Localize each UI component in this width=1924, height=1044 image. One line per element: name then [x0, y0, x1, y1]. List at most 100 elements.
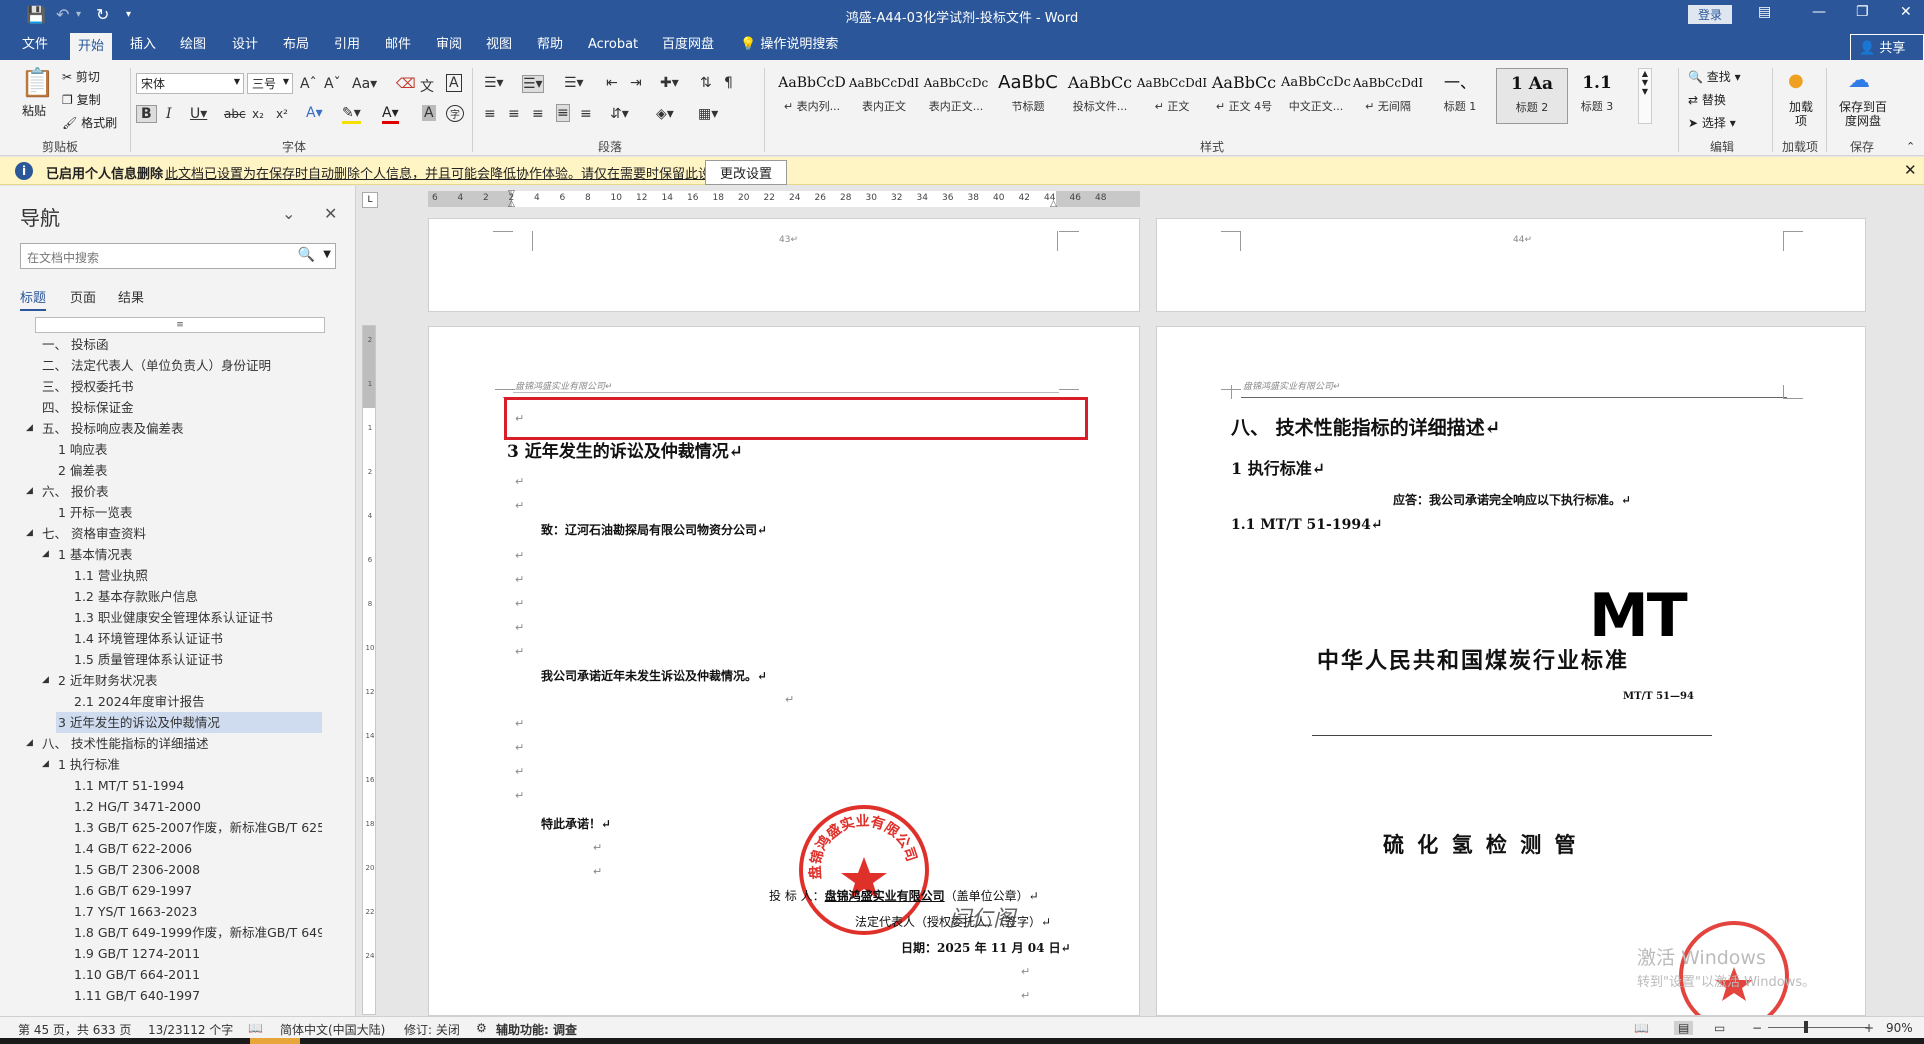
tab-selector[interactable]: L	[362, 192, 378, 208]
select-button[interactable]: ➤ 选择 ▾	[1688, 114, 1736, 131]
nav-heading-item[interactable]: 1.7 YS/T 1663-2023	[72, 901, 322, 922]
horizontal-ruler[interactable]: 6 4 2 2 4 6 8 10 12 14 16 18 20 22 24 26 28 30 32 34 36 38 40 4…	[428, 189, 1140, 209]
expand-triangle-icon[interactable]: ◢	[26, 523, 33, 544]
standard-heading[interactable]: 1.1 MT/T 51-1994↵	[1231, 517, 1383, 533]
style-item[interactable]: 1.1 标题 3	[1568, 68, 1626, 124]
web-layout-icon[interactable]: ▭	[1714, 1021, 1725, 1035]
chevron-down-icon[interactable]: ⌄	[282, 204, 295, 223]
page-45[interactable]: 盘锦鸿盛实业有限公司↵ ↵ 3 近年发生的诉讼及仲裁情况↵ ↵ ↵ 致：辽河石油…	[428, 326, 1140, 1016]
addins-button[interactable]: 加载项	[1786, 100, 1816, 128]
styles-scroll[interactable]: ▲ ▼ ▼	[1638, 68, 1652, 124]
nav-heading-item[interactable]: 二、 法定代表人（单位负责人）身份证明	[40, 355, 322, 376]
superscript-icon[interactable]: x²	[276, 107, 288, 121]
align-right-icon[interactable]: ≡	[532, 106, 544, 122]
bullets-icon[interactable]: ☰▾	[484, 75, 504, 91]
hereby-text[interactable]: 特此承诺！↵	[541, 815, 611, 832]
paste-icon[interactable]: 📋	[20, 66, 55, 99]
nav-heading-item[interactable]: ◢ 五、 投标响应表及偏差表	[26, 418, 322, 439]
login-button[interactable]: 登录	[1688, 5, 1733, 24]
font-size-select[interactable]: 三号 ▼	[247, 73, 293, 94]
increase-indent-icon[interactable]: ⇥	[630, 75, 642, 91]
tab-review[interactable]: 审阅	[428, 30, 470, 60]
page-44-bottom[interactable]: 44↵	[1156, 218, 1866, 312]
cloud-icon[interactable]: ☁	[1848, 68, 1870, 93]
info-message[interactable]: 此文档已设置为在保存时自动删除个人信息，并且可能会降低协作体验。请仅在需要时保留…	[165, 163, 737, 182]
decrease-indent-icon[interactable]: ⇤	[606, 75, 618, 91]
nav-heading-item[interactable]: ◢ 2 近年财务状况表	[42, 670, 322, 691]
nav-heading-item[interactable]: 1.10 GB/T 664-2011	[72, 964, 322, 985]
page-count[interactable]: 第 45 页，共 633 页	[18, 1021, 131, 1038]
close-icon[interactable]: ✕	[324, 204, 337, 223]
zoom-out-icon[interactable]: −	[1752, 1021, 1762, 1035]
expand-triangle-icon[interactable]: ◢	[42, 670, 49, 691]
zoom-slider[interactable]	[1768, 1027, 1868, 1028]
replace-button[interactable]: ⇄ 替换	[1688, 91, 1726, 108]
italic-icon[interactable]: I	[166, 106, 172, 122]
nav-heading-item[interactable]: 1.8 GB/T 649-1999作废，新标准GB/T 649-...	[72, 922, 322, 943]
nav-heading-item[interactable]: 1.5 质量管理体系认证证书	[72, 649, 322, 670]
zoom-in-icon[interactable]: +	[1864, 1021, 1874, 1035]
style-item[interactable]: AaBbCcDdI ↵ 正文	[1136, 68, 1208, 124]
nav-heading-item[interactable]: 1.11 GB/T 640-1997	[72, 985, 322, 1006]
paste-button[interactable]: 粘贴	[22, 102, 46, 119]
nav-heading-item[interactable]: 三、 授权委托书	[40, 376, 322, 397]
collapse-all-button[interactable]: ≡	[35, 317, 325, 333]
style-item[interactable]: AaBbCcDdI 表内正文	[848, 68, 920, 124]
language[interactable]: 简体中文(中国大陆)	[280, 1021, 385, 1038]
nav-heading-item[interactable]: 四、 投标保证金	[40, 397, 322, 418]
underline-icon[interactable]: U▾	[190, 106, 207, 122]
word-count[interactable]: 13/23112 个字	[148, 1021, 233, 1038]
style-item[interactable]: AaBbCc 投标文件...	[1064, 68, 1136, 124]
nav-heading-item[interactable]: 1.6 GB/T 629-1997	[72, 880, 322, 901]
nav-heading-item[interactable]: 1.5 GB/T 2306-2008	[72, 859, 322, 880]
section-heading[interactable]: 八、 技术性能指标的详细描述↵	[1231, 413, 1501, 440]
style-item[interactable]: AaBbCc ↵ 正文 4号	[1208, 68, 1280, 124]
print-layout-icon[interactable]: ▤	[1674, 1021, 1694, 1035]
accessibility-status[interactable]: 辅助功能: 调查	[496, 1021, 577, 1038]
scroll-down-icon[interactable]: ▼	[1639, 78, 1651, 87]
tab-mailings[interactable]: 邮件	[377, 30, 419, 60]
tab-baidu-netdisk[interactable]: 百度网盘	[654, 30, 722, 60]
nav-heading-item[interactable]: 1.4 环境管理体系认证证书	[72, 628, 322, 649]
style-item[interactable]: AaBbC 节标题	[992, 68, 1064, 124]
grow-font-icon[interactable]: Aˆ	[300, 76, 317, 92]
tab-layout[interactable]: 布局	[275, 30, 317, 60]
show-marks-icon[interactable]: ¶	[724, 75, 733, 91]
enclose-characters-icon[interactable]: 字	[446, 105, 464, 122]
tab-home[interactable]: 开始	[70, 33, 113, 60]
chinese-layout-icon[interactable]: ✚▾	[660, 75, 679, 91]
change-case-icon[interactable]: Aa▾	[352, 76, 377, 92]
nav-heading-item[interactable]: 1 响应表	[56, 439, 322, 460]
tab-acrobat[interactable]: Acrobat	[580, 30, 646, 60]
nav-heading-item[interactable]: 2.1 2024年度审计报告	[72, 691, 322, 712]
tab-references[interactable]: 引用	[326, 30, 368, 60]
nav-heading-item[interactable]: ◢ 1 执行标准	[42, 754, 322, 775]
find-button[interactable]: 🔍 查找 ▾	[1688, 68, 1741, 85]
tab-insert[interactable]: 插入	[122, 30, 164, 60]
nav-heading-item[interactable]: 1.2 HG/T 3471-2000	[72, 796, 322, 817]
page-43-bottom[interactable]: 43↵	[428, 218, 1140, 312]
text-effects-icon[interactable]: A▾	[306, 105, 323, 121]
character-border-icon[interactable]: A	[446, 74, 462, 92]
distributed-icon[interactable]: ≡	[580, 106, 592, 122]
align-left-icon[interactable]: ≡	[484, 106, 496, 122]
font-name-select[interactable]: 宋体 ▼	[136, 73, 244, 94]
date-line[interactable]: 日期：2025 年 11 月 04 日↵	[901, 939, 1071, 956]
nav-heading-item[interactable]: 1.3 职业健康安全管理体系认证证书	[72, 607, 322, 628]
zoom-level[interactable]: 90%	[1886, 1021, 1913, 1035]
expand-triangle-icon[interactable]: ◢	[26, 733, 33, 754]
scroll-up-icon[interactable]: ▲	[1639, 69, 1651, 78]
nav-heading-item[interactable]: 1.1 MT/T 51-1994	[72, 775, 322, 796]
nav-heading-item[interactable]: ◢ 六、 报价表	[26, 481, 322, 502]
change-settings-button[interactable]: 更改设置	[705, 160, 788, 185]
nav-heading-item[interactable]: ◢ 八、 技术性能指标的详细描述	[26, 733, 322, 754]
nav-heading-item-selected[interactable]: 3 近年发生的诉讼及仲裁情况	[56, 712, 322, 733]
borders-icon[interactable]: ▦▾	[698, 106, 718, 122]
format-painter-button[interactable]: 🖌 格式刷	[62, 114, 117, 131]
ribbon-display-options-icon[interactable]: ▤	[1758, 4, 1771, 20]
nav-heading-item[interactable]: 1 开标一览表	[56, 502, 322, 523]
chevron-down-icon[interactable]: ▼	[323, 249, 331, 260]
hanging-indent-marker[interactable]: △	[508, 199, 515, 209]
style-item-selected[interactable]: 1 Aa 标题 2	[1496, 68, 1568, 124]
page-46[interactable]: 盘锦鸿盛实业有限公司↵ 八、 技术性能指标的详细描述↵ 1 执行标准↵ 应答：我…	[1156, 326, 1866, 1016]
